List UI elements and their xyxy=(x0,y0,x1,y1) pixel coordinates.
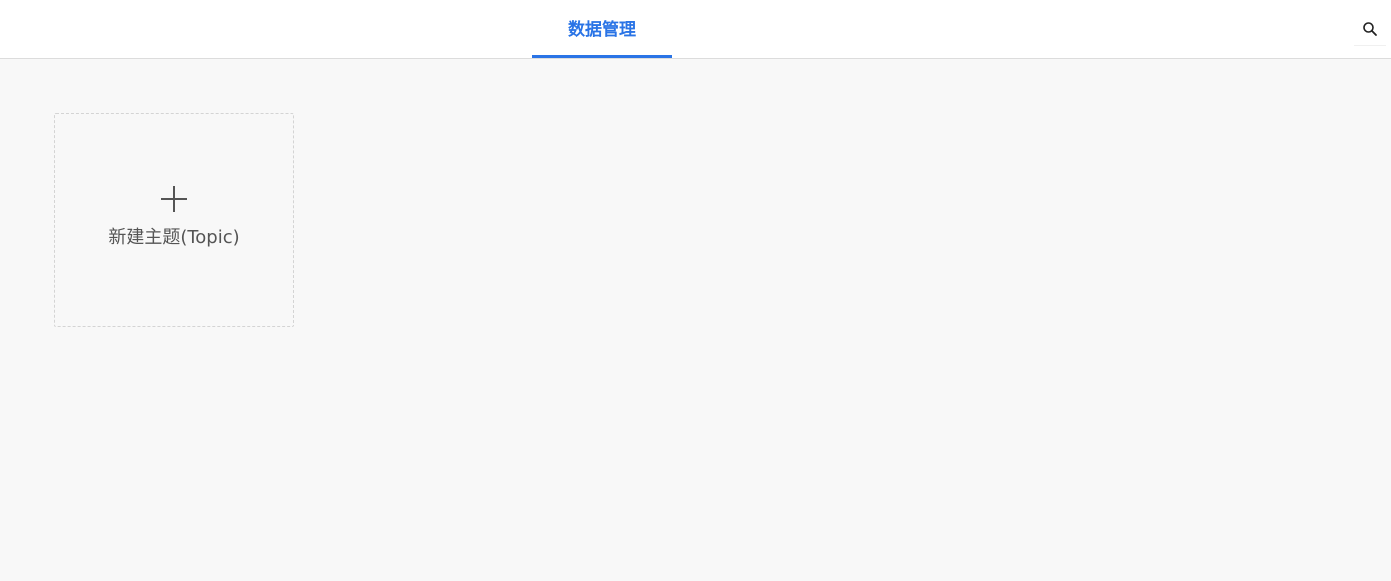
new-topic-card[interactable]: 新建主题(Topic) xyxy=(54,113,294,327)
main-content: 新建主题(Topic) xyxy=(0,59,1391,581)
active-tab-indicator xyxy=(532,55,672,58)
new-topic-label: 新建主题(Topic) xyxy=(108,227,240,248)
tab-label: 数据管理 xyxy=(568,20,636,40)
top-header: 数据管理 xyxy=(0,0,1391,59)
tab-data-management[interactable]: 数据管理 xyxy=(532,0,672,59)
search-button[interactable] xyxy=(1354,12,1386,46)
search-icon xyxy=(1363,21,1377,36)
plus-icon xyxy=(161,186,187,212)
